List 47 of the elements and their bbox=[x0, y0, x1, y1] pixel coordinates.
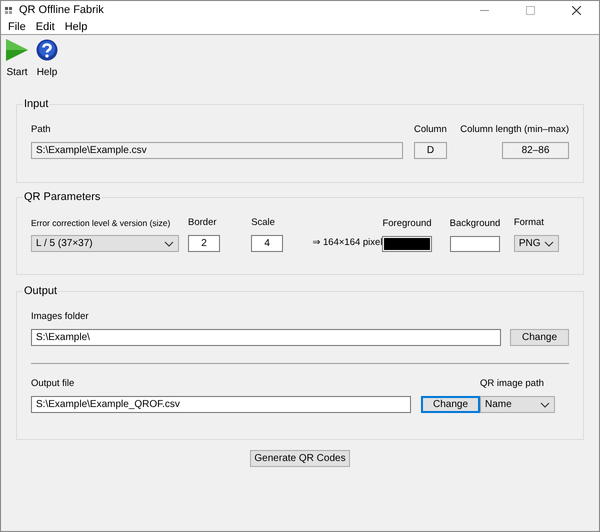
toolbar-button[interactable]: Start bbox=[6, 39, 28, 81]
toolbar-button[interactable]: Help bbox=[36, 39, 58, 81]
change-button[interactable]: Change bbox=[421, 396, 480, 413]
group-title: QR Parameters bbox=[23, 191, 102, 203]
menu-item[interactable]: File bbox=[3, 20, 31, 34]
error-correction-dropdown[interactable]: L / 5 (37×37) bbox=[31, 235, 179, 252]
chevron-down-icon bbox=[540, 402, 550, 408]
change-button[interactable]: Change bbox=[510, 329, 569, 346]
select-value: L / 5 (37×37) bbox=[36, 237, 93, 251]
chevron-down-icon bbox=[164, 240, 174, 246]
field-label: Column bbox=[414, 124, 448, 136]
foreground-swatch[interactable] bbox=[382, 236, 432, 252]
app-icon bbox=[5, 6, 13, 14]
field-label: Images folder bbox=[31, 311, 90, 323]
play-icon bbox=[6, 39, 28, 61]
help-icon bbox=[36, 39, 58, 61]
column-length-field[interactable]: 82–86 bbox=[502, 142, 569, 159]
pixel-size-text: ⇒ 164×164 pixel bbox=[312, 237, 382, 249]
column-field[interactable]: D bbox=[414, 142, 447, 159]
field-label: Output file bbox=[31, 378, 76, 390]
border-field[interactable]: 2 bbox=[188, 235, 220, 252]
close-icon[interactable] bbox=[572, 6, 580, 14]
field-label: Scale bbox=[251, 217, 276, 229]
scale-field[interactable]: 4 bbox=[251, 235, 284, 252]
qr-image-path-dropdown[interactable]: Name bbox=[480, 396, 555, 413]
field-label: Error correction level & version (size) bbox=[31, 217, 172, 229]
field-label: Format bbox=[514, 217, 545, 229]
field-label: Column length (min–max) bbox=[460, 124, 569, 136]
field-label: Border bbox=[188, 217, 218, 229]
background-swatch[interactable] bbox=[450, 236, 500, 252]
field-label: Background bbox=[450, 218, 502, 230]
path-field[interactable]: S:\Example\Example.csv bbox=[31, 142, 403, 159]
field-label: Path bbox=[31, 124, 52, 136]
field-label: Foreground bbox=[382, 218, 433, 230]
window-title: QR Offline Fabrik bbox=[19, 2, 104, 18]
menu-item[interactable]: Help bbox=[60, 20, 92, 34]
chevron-down-icon bbox=[544, 240, 554, 246]
field-label: QR image path bbox=[480, 378, 545, 390]
select-value: PNG bbox=[518, 237, 540, 251]
group-title: Input bbox=[23, 98, 50, 110]
menu-item[interactable]: Edit bbox=[30, 20, 60, 34]
images-folder-field[interactable]: S:\Example\ bbox=[31, 329, 501, 346]
group-title: Output bbox=[23, 285, 58, 297]
format-dropdown[interactable]: PNG bbox=[514, 235, 559, 252]
output-file-field[interactable]: S:\Example\Example_QROF.csv bbox=[31, 396, 411, 413]
generate-button[interactable]: Generate QR Codes bbox=[250, 450, 350, 467]
select-value: Name bbox=[485, 398, 512, 412]
